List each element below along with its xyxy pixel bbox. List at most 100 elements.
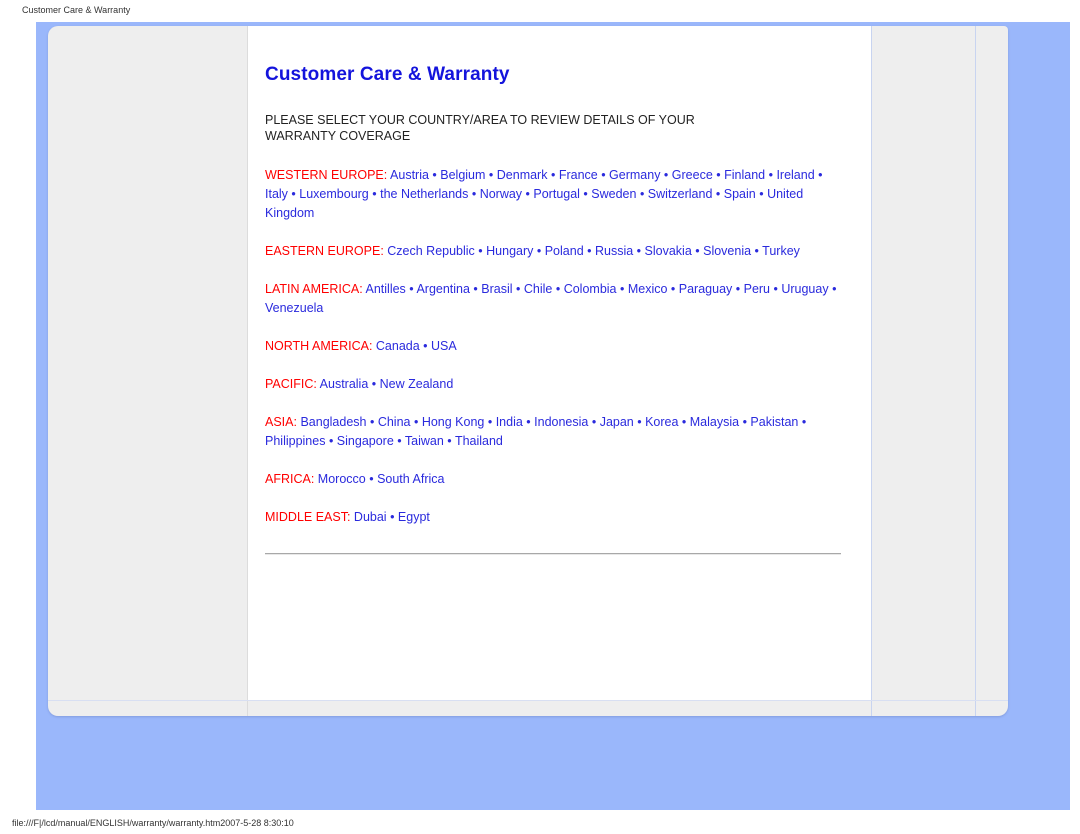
country-link-poland[interactable]: Poland [545, 244, 584, 258]
country-link-italy[interactable]: Italy [265, 187, 288, 201]
country-link-slovenia[interactable]: Slovenia [703, 244, 751, 258]
bullet-separator: • [633, 415, 646, 429]
bullet-separator: • [798, 415, 807, 429]
country-link-brasil[interactable]: Brasil [481, 282, 512, 296]
country-link-belgium[interactable]: Belgium [440, 168, 485, 182]
country-link-france[interactable]: France [559, 168, 598, 182]
bullet-separator: • [739, 415, 751, 429]
region-label: LATIN AMERICA [265, 282, 360, 296]
country-link-luxembourg[interactable]: Luxembourg [299, 187, 369, 201]
country-link-norway[interactable]: Norway [480, 187, 522, 201]
country-link-china[interactable]: China [378, 415, 411, 429]
country-link-singapore[interactable]: Singapore [337, 434, 394, 448]
country-link-philippines[interactable]: Philippines [265, 434, 325, 448]
country-link-greece[interactable]: Greece [672, 168, 713, 182]
bullet-separator: • [678, 415, 690, 429]
content-divider [265, 553, 841, 555]
bullet-separator: • [660, 168, 672, 182]
bullet-separator: • [287, 187, 300, 201]
bullet-separator: • [712, 168, 725, 182]
region-label: PACIFIC [265, 377, 314, 391]
country-link-venezuela[interactable]: Venezuela [265, 301, 323, 315]
country-link-czech-republic[interactable]: Czech Republic [387, 244, 475, 258]
bullet-separator: • [443, 434, 455, 448]
region-label: AFRICA [265, 472, 311, 486]
country-link-morocco[interactable]: Morocco [318, 472, 366, 486]
region-list: WESTERN EUROPE: Austria • Belgium • Denm… [265, 166, 847, 527]
bullet-separator: • [485, 168, 497, 182]
region-pacific: PACIFIC: Australia • New Zealand [265, 375, 843, 394]
country-link-ireland[interactable]: Ireland [776, 168, 814, 182]
page-root: Customer Care & Warranty Customer Care &… [0, 0, 1080, 834]
bullet-separator: • [547, 168, 559, 182]
region-label: MIDDLE EAST [265, 510, 347, 524]
bullet-separator: • [765, 168, 777, 182]
bullet-separator: • [732, 282, 744, 296]
bullet-separator: • [770, 282, 782, 296]
country-link-south-africa[interactable]: South Africa [377, 472, 444, 486]
country-link-malaysia[interactable]: Malaysia [690, 415, 739, 429]
country-link-dubai[interactable]: Dubai [354, 510, 387, 524]
country-link-new-zealand[interactable]: New Zealand [380, 377, 454, 391]
country-link-paraguay[interactable]: Paraguay [679, 282, 733, 296]
country-link-indonesia[interactable]: Indonesia [534, 415, 588, 429]
region-label: EASTERN EUROPE [265, 244, 381, 258]
country-link-pakistan[interactable]: Pakistan [750, 415, 798, 429]
country-link-denmark[interactable]: Denmark [497, 168, 548, 182]
bullet-separator: • [386, 510, 398, 524]
bullet-separator: • [616, 282, 628, 296]
bullet-separator: • [368, 377, 380, 391]
frame-divider-bottom [48, 700, 1008, 701]
region-asia: ASIA: Bangladesh • China • Hong Kong • I… [265, 413, 843, 451]
country-link-japan[interactable]: Japan [600, 415, 634, 429]
country-link-chile[interactable]: Chile [524, 282, 553, 296]
frame-divider-right [871, 26, 872, 716]
country-link-antilles[interactable]: Antilles [366, 282, 406, 296]
country-link-usa[interactable]: USA [431, 339, 457, 353]
region-colon: : [368, 339, 376, 353]
country-link-india[interactable]: India [496, 415, 523, 429]
country-link-germany[interactable]: Germany [609, 168, 660, 182]
bullet-separator: • [325, 434, 337, 448]
country-link-bangladesh[interactable]: Bangladesh [300, 415, 366, 429]
status-path: file:///F|/lcd/manual/ENGLISH/warranty/w… [0, 814, 1080, 834]
country-link-austria[interactable]: Austria [390, 168, 429, 182]
bullet-separator: • [597, 168, 610, 182]
country-link-hong-kong[interactable]: Hong Kong [422, 415, 485, 429]
country-link-korea[interactable]: Korea [645, 415, 678, 429]
country-link-mexico[interactable]: Mexico [628, 282, 668, 296]
country-link-the-netherlands[interactable]: the Netherlands [380, 187, 468, 201]
region-label: WESTERN EUROPE [265, 168, 384, 182]
country-link-turkey[interactable]: Turkey [762, 244, 800, 258]
country-link-colombia[interactable]: Colombia [564, 282, 617, 296]
bullet-separator: • [393, 434, 405, 448]
country-link-egypt[interactable]: Egypt [398, 510, 430, 524]
bullet-separator: • [533, 244, 545, 258]
country-link-taiwan[interactable]: Taiwan [405, 434, 444, 448]
bullet-separator: • [410, 415, 422, 429]
country-link-uruguay[interactable]: Uruguay [781, 282, 828, 296]
country-link-australia[interactable]: Australia [320, 377, 369, 391]
browser-title-bar: Customer Care & Warranty [0, 0, 1080, 20]
country-link-finland[interactable]: Finland [724, 168, 765, 182]
bullet-separator: • [633, 244, 645, 258]
country-link-portugal[interactable]: Portugal [533, 187, 580, 201]
country-link-argentina[interactable]: Argentina [416, 282, 470, 296]
country-link-peru[interactable]: Peru [744, 282, 770, 296]
bullet-separator: • [828, 282, 837, 296]
region-latin-america: LATIN AMERICA: Antilles • Argentina • Br… [265, 280, 843, 318]
country-link-slovakia[interactable]: Slovakia [645, 244, 692, 258]
bullet-separator: • [365, 472, 378, 486]
bullet-separator: • [755, 187, 768, 201]
country-link-thailand[interactable]: Thailand [455, 434, 503, 448]
region-colon: : [310, 472, 318, 486]
bullet-separator: • [366, 415, 378, 429]
country-link-spain[interactable]: Spain [724, 187, 756, 201]
country-link-canada[interactable]: Canada [376, 339, 420, 353]
bullet-separator: • [474, 244, 487, 258]
country-link-hungary[interactable]: Hungary [486, 244, 533, 258]
bullet-separator: • [484, 415, 496, 429]
country-link-switzerland[interactable]: Switzerland [648, 187, 713, 201]
country-link-russia[interactable]: Russia [595, 244, 633, 258]
country-link-sweden[interactable]: Sweden [591, 187, 636, 201]
